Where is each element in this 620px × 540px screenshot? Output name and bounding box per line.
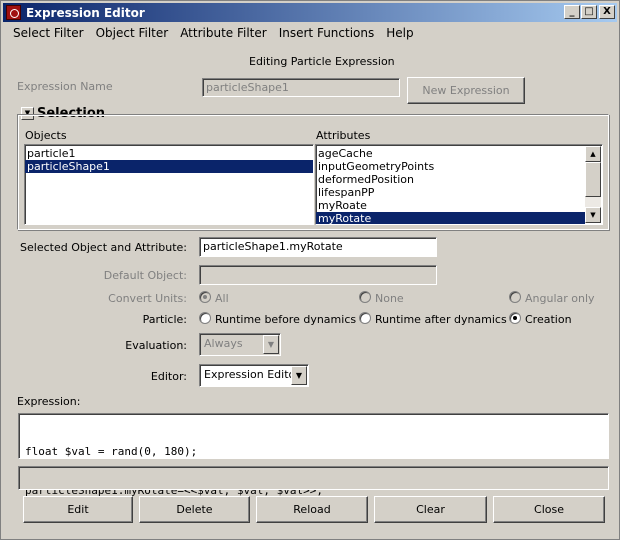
radio-runtime-before[interactable] — [199, 312, 211, 324]
selected-object-field[interactable]: particleShape1.myRotate — [199, 237, 437, 257]
menu-help[interactable]: Help — [380, 26, 419, 40]
window-title: Expression Editor — [26, 5, 145, 20]
evaluation-label: Evaluation: — [125, 339, 187, 352]
clear-button[interactable]: Clear — [374, 496, 487, 523]
radio-runtime-after[interactable] — [359, 312, 371, 324]
expression-textarea[interactable]: float $val = rand(0, 180); particleShape… — [18, 413, 609, 497]
editor-label: Editor: — [150, 370, 187, 383]
list-item-deformedposition[interactable]: deformedPosition — [316, 173, 585, 186]
attributes-label: Attributes — [316, 129, 371, 142]
maximize-button[interactable]: □ — [581, 5, 597, 19]
reload-button[interactable]: Reload — [256, 496, 368, 523]
attributes-list[interactable]: ageCache inputGeometryPoints deformedPos… — [315, 144, 603, 225]
chevron-down-icon[interactable]: ▼ — [263, 335, 279, 354]
expression-editor-window: Expression Editor _ □ X Select Filter Ob… — [0, 0, 620, 540]
list-item-myroate[interactable]: myRoate — [316, 199, 585, 212]
list-item-myrotate[interactable]: myRotate — [316, 212, 585, 224]
close-button[interactable]: Close — [493, 496, 605, 523]
evaluation-value: Always — [204, 337, 243, 350]
radio-none-label: None — [375, 292, 404, 305]
radio-all-label: All — [215, 292, 229, 305]
convert-units-label: Convert Units: — [108, 292, 187, 305]
minimize-button[interactable]: _ — [564, 5, 580, 19]
maya-app-icon — [6, 5, 21, 20]
delete-button[interactable]: Delete — [139, 496, 250, 523]
objects-list[interactable]: particle1 particleShape1 — [24, 144, 314, 225]
radio-angular-only-label: Angular only — [525, 292, 595, 305]
expression-name-label: Expression Name — [17, 80, 113, 93]
radio-all[interactable] — [199, 291, 211, 303]
radio-runtime-after-label: Runtime after dynamics — [375, 313, 507, 326]
selected-object-label: Selected Object and Attribute: — [20, 241, 187, 254]
close-window-button[interactable]: X — [599, 5, 615, 19]
evaluation-dropdown[interactable]: Always ▼ — [199, 333, 281, 356]
title-bar[interactable]: Expression Editor _ □ X — [3, 3, 617, 22]
arrow-down-icon[interactable]: ▼ — [585, 207, 601, 223]
attributes-scrollbar[interactable]: ▲ ▼ — [585, 146, 601, 223]
expression-label: Expression: — [17, 395, 81, 408]
radio-none[interactable] — [359, 291, 371, 303]
menu-insert-functions[interactable]: Insert Functions — [273, 26, 381, 40]
menu-bar: Select Filter Object Filter Attribute Fi… — [3, 23, 617, 42]
radio-runtime-before-label: Runtime before dynamics — [215, 313, 357, 326]
default-object-label: Default Object: — [103, 269, 187, 282]
chevron-down-icon[interactable]: ▼ — [291, 366, 307, 385]
expression-name-field[interactable]: particleShape1 — [202, 78, 400, 97]
edit-button[interactable]: Edit — [23, 496, 133, 523]
menu-object-filter[interactable]: Object Filter — [90, 26, 175, 40]
editor-dropdown[interactable]: Expression Editor ▼ — [199, 364, 309, 387]
scrollbar-thumb[interactable] — [585, 162, 601, 197]
editing-mode-text: Editing Particle Expression — [249, 55, 395, 68]
radio-creation[interactable] — [509, 312, 521, 324]
menu-attribute-filter[interactable]: Attribute Filter — [174, 26, 273, 40]
radio-creation-label: Creation — [525, 313, 572, 326]
status-field — [18, 466, 609, 490]
list-item-particle1[interactable]: particle1 — [25, 147, 313, 160]
editor-value: Expression Editor — [204, 368, 300, 381]
new-expression-button[interactable]: New Expression — [407, 77, 525, 104]
radio-angular-only[interactable] — [509, 291, 521, 303]
arrow-up-icon[interactable]: ▲ — [585, 146, 601, 162]
particle-label: Particle: — [142, 313, 187, 326]
expression-line-1: float $val = rand(0, 180); — [25, 445, 198, 458]
objects-label: Objects — [25, 129, 67, 142]
list-item-agecache[interactable]: ageCache — [316, 147, 585, 160]
default-object-field[interactable] — [199, 265, 437, 285]
list-item-inputgeometrypoints[interactable]: inputGeometryPoints — [316, 160, 585, 173]
list-item-particleshape1[interactable]: particleShape1 — [25, 160, 313, 173]
list-item-lifespanpp[interactable]: lifespanPP — [316, 186, 585, 199]
menu-select-filter[interactable]: Select Filter — [3, 26, 90, 40]
